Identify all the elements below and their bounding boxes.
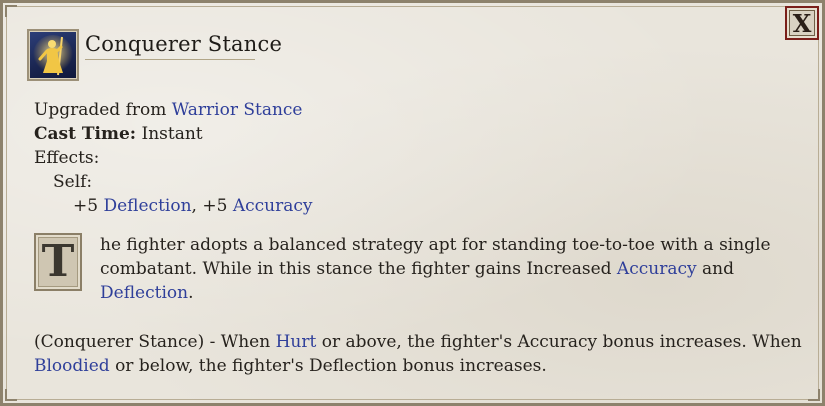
bonus-text-2: or above, the fighter's Accuracy bonus i…: [316, 332, 802, 352]
upgraded-from-line: Upgraded from Warrior Stance: [34, 98, 312, 122]
title-underline: [85, 59, 255, 60]
description-deflection-link[interactable]: Deflection: [100, 283, 188, 303]
stance-bonus-description: (Conquerer Stance) - When Hurt or above,…: [34, 330, 814, 378]
bonus-text-1: (Conquerer Stance) - When: [34, 332, 276, 352]
ability-stats: Upgraded from Warrior Stance Cast Time: …: [34, 98, 312, 218]
warrior-stance-link[interactable]: Warrior Stance: [172, 100, 303, 120]
bonus-text-3: or below, the fighter's Deflection bonus…: [109, 356, 547, 376]
self-effects-line: +5 Deflection, +5 Accuracy: [34, 194, 312, 218]
close-button[interactable]: X: [785, 6, 819, 40]
bloodied-link[interactable]: Bloodied: [34, 356, 110, 376]
accuracy-bonus: +5: [202, 196, 228, 216]
ability-description: T he fighter adopts a balanced strategy …: [34, 233, 794, 305]
ability-header: Conquerer Stance: [27, 29, 282, 81]
frame-corner-bottom-right: [808, 389, 820, 401]
frame-corner-bottom-left: [5, 389, 17, 401]
drop-cap-letter: T: [34, 233, 82, 291]
deflection-bonus: +5: [73, 196, 99, 216]
upgraded-from-label: Upgraded from: [34, 100, 167, 120]
hurt-link[interactable]: Hurt: [276, 332, 317, 352]
ability-title: Conquerer Stance: [85, 32, 283, 56]
deflection-link[interactable]: Deflection: [103, 196, 191, 216]
cast-time-label: Cast Time:: [34, 124, 137, 144]
cast-time-value: Instant: [141, 124, 203, 144]
self-label: Self:: [53, 172, 93, 192]
description-text-3: .: [188, 283, 194, 303]
effects-label: Effects:: [34, 148, 100, 168]
ability-tooltip-panel: X Conquerer Stance Upgraded from Warrior…: [0, 0, 825, 406]
description-accuracy-link[interactable]: Accuracy: [617, 259, 697, 279]
fighter-stance-icon: [27, 29, 79, 81]
description-text-2: and: [696, 259, 734, 279]
frame-corner-top-left: [5, 5, 17, 17]
cast-time-line: Cast Time: Instant: [34, 122, 312, 146]
accuracy-link[interactable]: Accuracy: [233, 196, 313, 216]
effects-separator: ,: [191, 196, 197, 216]
